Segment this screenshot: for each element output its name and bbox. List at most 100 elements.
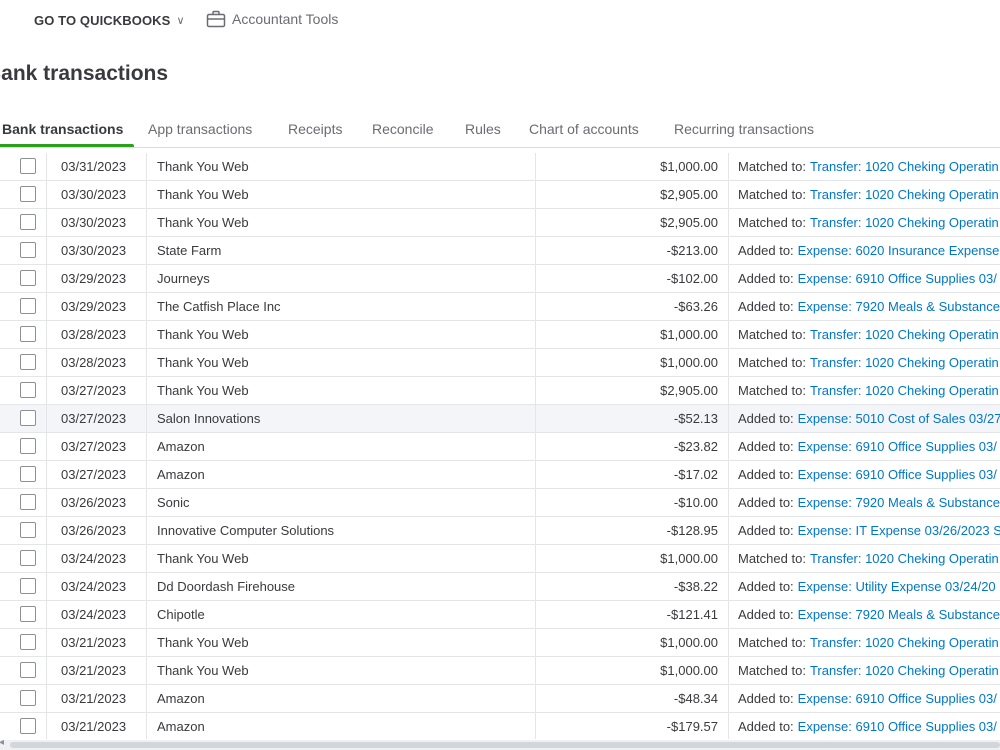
table-row[interactable]: 03/27/2023 Amazon -$17.02 Added to: Expense:…	[0, 461, 1000, 489]
column-divider	[46, 517, 47, 544]
match-link[interactable]: Expense: 6910 Office Supplies 03/	[798, 271, 997, 286]
match-link[interactable]: Transfer: 1020 Cheking Operatin	[810, 635, 999, 650]
column-divider	[535, 321, 536, 348]
match-link[interactable]: Transfer: 1020 Cheking Operatin	[810, 327, 999, 342]
match-link[interactable]: Expense: 5010 Cost of Sales 03/27	[798, 411, 1000, 426]
row-checkbox[interactable]	[20, 382, 36, 398]
table-row[interactable]: 03/24/2023 Chipotle -$121.41 Added to: Expen…	[0, 601, 1000, 629]
match-link[interactable]: Expense: 7920 Meals & Substance	[798, 299, 1000, 314]
row-checkbox[interactable]	[20, 186, 36, 202]
match-link[interactable]: Expense: 6910 Office Supplies 03/	[798, 467, 997, 482]
date-cell: 03/30/2023	[61, 215, 127, 230]
row-checkbox[interactable]	[20, 298, 36, 314]
row-checkbox[interactable]	[20, 466, 36, 482]
column-divider	[535, 237, 536, 264]
table-row[interactable]: 03/26/2023 Innovative Computer Solutions -…	[0, 517, 1000, 545]
match-cell: Added to: Expense: 6910 Office Supplies 0…	[738, 265, 1000, 292]
tab-reconcile[interactable]: Reconcile	[372, 121, 433, 137]
row-checkbox[interactable]	[20, 410, 36, 426]
column-divider	[535, 601, 536, 628]
tab-rules[interactable]: Rules	[465, 121, 501, 137]
column-divider	[146, 181, 147, 208]
column-divider	[146, 237, 147, 264]
table-row[interactable]: 03/30/2023 Thank You Web $2,905.00 Matched …	[0, 181, 1000, 209]
row-checkbox[interactable]	[20, 662, 36, 678]
table-row[interactable]: 03/27/2023 Thank You Web $2,905.00 Matched …	[0, 377, 1000, 405]
row-checkbox[interactable]	[20, 354, 36, 370]
row-checkbox[interactable]	[20, 270, 36, 286]
date-cell: 03/21/2023	[61, 635, 127, 650]
match-link[interactable]: Transfer: 1020 Cheking Operatin	[810, 355, 999, 370]
match-link[interactable]: Expense: 6910 Office Supplies 03/	[798, 691, 997, 706]
column-divider	[46, 181, 47, 208]
column-divider	[728, 265, 729, 292]
match-link[interactable]: Expense: 7920 Meals & Substance	[798, 495, 1000, 510]
column-divider	[535, 153, 536, 180]
description-cell: Journeys	[157, 271, 210, 286]
amount-cell: -$17.02	[673, 467, 718, 482]
row-checkbox[interactable]	[20, 438, 36, 454]
row-checkbox[interactable]	[20, 606, 36, 622]
match-link[interactable]: Expense: 7920 Meals & Substance	[798, 607, 1000, 622]
tab-chart-of-accounts[interactable]: Chart of accounts	[529, 121, 639, 137]
horizontal-scrollbar[interactable]: ◂	[0, 737, 1000, 750]
match-link[interactable]: Expense: Utility Expense 03/24/20	[798, 579, 996, 594]
column-divider	[146, 601, 147, 628]
match-link[interactable]: Expense: 6910 Office Supplies 03/	[798, 719, 997, 734]
scroll-left-icon[interactable]: ◂	[0, 737, 4, 748]
table-row[interactable]: 03/27/2023 Salon Innovations -$52.13 Added …	[0, 405, 1000, 433]
go-to-quickbooks-button[interactable]: GO TO QUICKBOOKS ∨	[34, 13, 185, 28]
match-link[interactable]: Expense: IT Expense 03/26/2023 S	[798, 523, 1000, 538]
table-row[interactable]: 03/31/2023 Thank You Web $1,000.00 Matched …	[0, 153, 1000, 181]
table-row[interactable]: 03/29/2023 Journeys -$102.00 Added to: Expen…	[0, 265, 1000, 293]
row-checkbox[interactable]	[20, 242, 36, 258]
row-checkbox[interactable]	[20, 550, 36, 566]
column-divider	[535, 293, 536, 320]
match-link[interactable]: Transfer: 1020 Cheking Operatin	[810, 551, 999, 566]
table-row[interactable]: 03/24/2023 Dd Doordash Firehouse -$38.22 Ad…	[0, 573, 1000, 601]
match-link[interactable]: Transfer: 1020 Cheking Operatin	[810, 215, 999, 230]
table-row[interactable]: 03/30/2023 Thank You Web $2,905.00 Matched …	[0, 209, 1000, 237]
tab-recurring-transactions[interactable]: Recurring transactions	[674, 121, 814, 137]
row-checkbox[interactable]	[20, 718, 36, 734]
table-row[interactable]: 03/27/2023 Amazon -$23.82 Added to: Expense:…	[0, 433, 1000, 461]
table-row[interactable]: 03/21/2023 Amazon -$179.57 Added to: Expense…	[0, 713, 1000, 739]
row-checkbox[interactable]	[20, 690, 36, 706]
match-link[interactable]: Transfer: 1020 Cheking Operatin	[810, 159, 999, 174]
table-row[interactable]: 03/30/2023 State Farm -$213.00 Added to: Exp…	[0, 237, 1000, 265]
tab-app-transactions[interactable]: App transactions	[148, 121, 252, 137]
table-row[interactable]: 03/21/2023 Amazon -$48.34 Added to: Expense:…	[0, 685, 1000, 713]
description-cell: Thank You Web	[157, 355, 249, 370]
match-link[interactable]: Expense: 6910 Office Supplies 03/	[798, 439, 997, 454]
row-checkbox[interactable]	[20, 522, 36, 538]
table-row[interactable]: 03/21/2023 Thank You Web $1,000.00 Matched …	[0, 629, 1000, 657]
row-checkbox[interactable]	[20, 494, 36, 510]
row-checkbox[interactable]	[20, 158, 36, 174]
column-divider	[46, 265, 47, 292]
match-link[interactable]: Transfer: 1020 Cheking Operatin	[810, 187, 999, 202]
match-link[interactable]: Expense: 6020 Insurance Expense	[798, 243, 1000, 258]
table-row[interactable]: 03/29/2023 The Catfish Place Inc -$63.26 Ad…	[0, 293, 1000, 321]
tab-receipts[interactable]: Receipts	[288, 121, 342, 137]
match-link[interactable]: Transfer: 1020 Cheking Operatin	[810, 383, 999, 398]
row-checkbox[interactable]	[20, 326, 36, 342]
match-link[interactable]: Transfer: 1020 Cheking Operatin	[810, 663, 999, 678]
table-row[interactable]: 03/21/2023 Thank You Web $1,000.00 Matched …	[0, 657, 1000, 685]
column-divider	[728, 349, 729, 376]
column-divider	[535, 657, 536, 684]
table-row[interactable]: 03/28/2023 Thank You Web $1,000.00 Matched …	[0, 349, 1000, 377]
scrollbar-thumb[interactable]	[10, 742, 1000, 748]
match-status: Matched to:	[738, 663, 806, 678]
date-cell: 03/26/2023	[61, 495, 127, 510]
table-row[interactable]: 03/26/2023 Sonic -$10.00 Added to: Expense: …	[0, 489, 1000, 517]
column-divider	[146, 573, 147, 600]
description-cell: Sonic	[157, 495, 190, 510]
table-row[interactable]: 03/24/2023 Thank You Web $1,000.00 Matched …	[0, 545, 1000, 573]
row-checkbox[interactable]	[20, 214, 36, 230]
accountant-tools-button[interactable]: Accountant Tools	[206, 10, 338, 28]
tab-bank-transactions[interactable]: Bank transactions	[2, 121, 123, 137]
match-status: Added to:	[738, 271, 794, 286]
row-checkbox[interactable]	[20, 634, 36, 650]
table-row[interactable]: 03/28/2023 Thank You Web $1,000.00 Matched …	[0, 321, 1000, 349]
row-checkbox[interactable]	[20, 578, 36, 594]
